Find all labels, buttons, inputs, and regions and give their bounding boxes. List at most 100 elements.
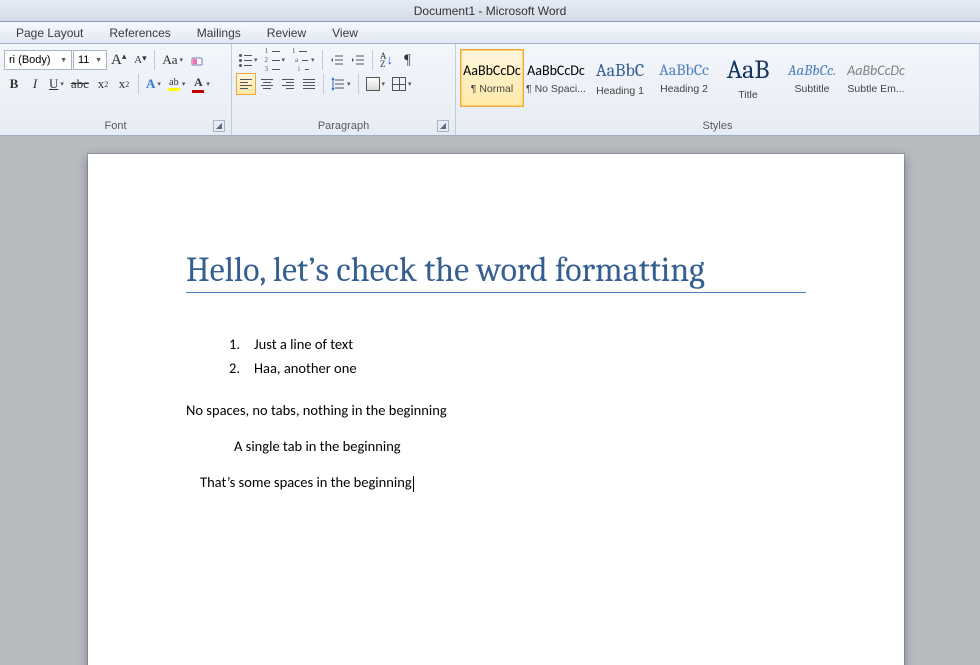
style-preview: AaB — [727, 55, 770, 85]
outdent-icon — [330, 53, 344, 67]
multilevel-list-icon: 1 a i — [292, 48, 309, 73]
style-item-title[interactable]: AaB Title — [716, 49, 780, 107]
change-case-button[interactable]: Aa▾ — [159, 49, 186, 71]
style-label: Title — [738, 89, 757, 101]
highlight-swatch — [168, 88, 180, 91]
font-name-value: ri (Body) — [9, 54, 51, 66]
tab-view[interactable]: View — [320, 23, 370, 43]
eraser-icon — [190, 52, 206, 68]
text-cursor — [413, 476, 414, 492]
style-label: ¶ No Spaci... — [526, 83, 586, 95]
sort-button[interactable]: AZ↓ — [377, 49, 397, 71]
chevron-down-icon: ▼ — [95, 57, 102, 64]
style-preview: AaBbCc. — [788, 61, 836, 79]
font-size-combo[interactable]: 11 ▼ — [73, 50, 107, 70]
paragraph-line[interactable]: A single tab in the beginning — [186, 437, 806, 455]
show-hide-button[interactable]: ¶ — [398, 49, 418, 71]
page[interactable]: Hello, let’s check the word formatting 1… — [88, 154, 904, 665]
subscript-button[interactable]: x2 — [93, 73, 113, 95]
text-effects-button[interactable]: A▾ — [143, 73, 164, 95]
highlight-color-button[interactable]: ab ▾ — [165, 73, 189, 95]
style-item--no-spaci-[interactable]: AaBbCcDc ¶ No Spaci... — [524, 49, 588, 107]
strikethrough-button[interactable]: abc — [68, 73, 92, 95]
chevron-down-icon: ▼ — [60, 57, 67, 64]
align-left-icon — [240, 79, 252, 89]
separator — [138, 74, 139, 94]
style-item-subtle-em-[interactable]: AaBbCcDc Subtle Em... — [844, 49, 908, 107]
group-paragraph: ▾ 1 2 3 ▾ 1 a i ▾ — [232, 44, 456, 135]
align-center-button[interactable] — [257, 73, 277, 95]
tab-page-layout[interactable]: Page Layout — [4, 23, 95, 43]
tab-review[interactable]: Review — [255, 23, 318, 43]
shrink-font-button[interactable]: A▾ — [130, 49, 150, 71]
justify-button[interactable] — [299, 73, 319, 95]
paint-bucket-icon — [366, 77, 380, 91]
style-label: Subtle Em... — [847, 83, 904, 95]
borders-button[interactable]: ▾ — [389, 73, 415, 95]
bullets-button[interactable]: ▾ — [236, 49, 261, 71]
increase-indent-button[interactable] — [348, 49, 368, 71]
style-label: ¶ Normal — [471, 83, 513, 95]
paragraph-dialog-launcher[interactable]: ◢ — [437, 120, 449, 132]
styles-gallery[interactable]: AaBbCcDc¶ NormalAaBbCcDc¶ No Spaci...AaB… — [460, 46, 975, 107]
style-preview: AaBbC — [596, 60, 644, 81]
style-preview: AaBbCcDc — [463, 62, 521, 79]
separator — [358, 74, 359, 94]
font-dialog-launcher[interactable]: ◢ — [213, 120, 225, 132]
line-spacing-button[interactable]: ▾ — [328, 73, 354, 95]
style-label: Heading 2 — [660, 83, 708, 95]
page-content[interactable]: Hello, let’s check the word formatting 1… — [186, 250, 806, 510]
style-preview: AaBbCc — [659, 61, 709, 79]
group-label-styles: Styles — [460, 120, 975, 134]
tab-references[interactable]: References — [97, 23, 182, 43]
ribbon-tabs: Page Layout References Mailings Review V… — [0, 22, 980, 44]
font-size-value: 11 — [78, 54, 89, 66]
group-label-font: Font ◢ — [4, 120, 227, 134]
style-label: Heading 1 — [596, 85, 644, 97]
justify-icon — [303, 79, 315, 89]
align-right-icon — [282, 79, 294, 89]
italic-button[interactable]: I — [25, 73, 45, 95]
number-list-icon: 1 2 3 — [265, 48, 280, 73]
font-color-swatch — [192, 90, 204, 93]
document-area[interactable]: Hello, let’s check the word formatting 1… — [0, 136, 980, 665]
list-item[interactable]: 2.Haa, another one — [226, 359, 806, 377]
title-bar: Document1 - Microsoft Word — [0, 0, 980, 22]
numbered-list[interactable]: 1.Just a line of text 2.Haa, another one — [226, 335, 806, 377]
group-font: ri (Body) ▼ 11 ▼ A▴ A▾ Aa▾ B I U▾ abc x2 — [0, 44, 232, 135]
tab-mailings[interactable]: Mailings — [185, 23, 253, 43]
style-item--normal[interactable]: AaBbCcDc ¶ Normal — [460, 49, 524, 107]
clear-formatting-button[interactable] — [187, 49, 209, 71]
shading-button[interactable]: ▾ — [363, 73, 389, 95]
grow-font-button[interactable]: A▴ — [108, 49, 129, 71]
style-item-heading-2[interactable]: AaBbCc Heading 2 — [652, 49, 716, 107]
separator — [322, 50, 323, 70]
list-item[interactable]: 1.Just a line of text — [226, 335, 806, 353]
style-item-heading-1[interactable]: AaBbC Heading 1 — [588, 49, 652, 107]
style-preview: AaBbCcDc — [527, 62, 585, 79]
decrease-indent-button[interactable] — [327, 49, 347, 71]
separator — [154, 50, 155, 70]
superscript-button[interactable]: x2 — [114, 73, 134, 95]
style-preview: AaBbCcDc — [847, 62, 905, 79]
underline-button[interactable]: U▾ — [46, 73, 67, 95]
font-color-button[interactable]: A ▾ — [189, 73, 213, 95]
ribbon: ri (Body) ▼ 11 ▼ A▴ A▾ Aa▾ B I U▾ abc x2 — [0, 44, 980, 136]
style-item-subtitle[interactable]: AaBbCc.Subtitle — [780, 49, 844, 107]
bullet-list-icon — [239, 54, 252, 67]
align-left-button[interactable] — [236, 73, 256, 95]
bold-button[interactable]: B — [4, 73, 24, 95]
paragraph-line[interactable]: That’s some spaces in the beginning — [186, 473, 806, 492]
font-name-combo[interactable]: ri (Body) ▼ — [4, 50, 72, 70]
group-styles: AaBbCcDc¶ NormalAaBbCcDc¶ No Spaci...AaB… — [456, 44, 980, 135]
document-heading[interactable]: Hello, let’s check the word formatting — [186, 250, 806, 293]
indent-icon — [351, 53, 365, 67]
align-center-icon — [261, 79, 273, 89]
numbering-button[interactable]: 1 2 3 ▾ — [262, 49, 289, 71]
align-right-button[interactable] — [278, 73, 298, 95]
multilevel-list-button[interactable]: 1 a i ▾ — [289, 49, 318, 71]
paragraph-line[interactable]: No spaces, no tabs, nothing in the begin… — [186, 401, 806, 419]
separator — [323, 74, 324, 94]
borders-icon — [392, 77, 406, 91]
separator — [372, 50, 373, 70]
